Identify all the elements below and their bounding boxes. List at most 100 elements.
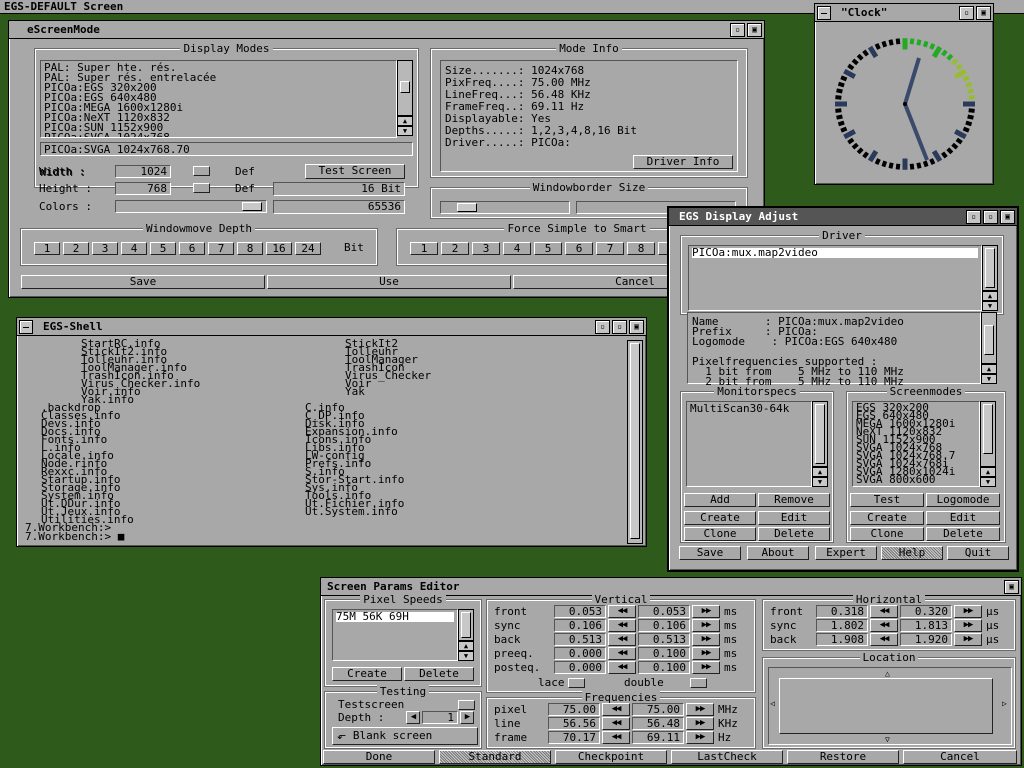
mode-edit-button[interactable]: Edit bbox=[926, 511, 1000, 525]
mode-create-button[interactable]: Create bbox=[850, 511, 924, 525]
param-value-a[interactable]: 56.56 bbox=[548, 717, 600, 730]
increase-icon[interactable]: ▶▶ bbox=[692, 647, 720, 660]
depth-button[interactable]: 16 bbox=[266, 242, 292, 255]
param-value-a[interactable]: 1.802 bbox=[816, 619, 868, 632]
decrease-icon[interactable]: ◀◀ bbox=[602, 703, 630, 716]
force-depth-button[interactable]: 5 bbox=[534, 242, 562, 255]
force-depth-button[interactable]: 2 bbox=[441, 242, 469, 255]
done-button[interactable]: Done bbox=[323, 750, 435, 764]
param-value-a[interactable]: 75.00 bbox=[548, 703, 600, 716]
depth-icon[interactable]: ▣ bbox=[1004, 580, 1019, 594]
location-right-icon[interactable]: ▷ bbox=[1002, 698, 1007, 710]
decrease-icon[interactable]: ◀◀ bbox=[602, 717, 630, 730]
increase-icon[interactable]: ▶▶ bbox=[692, 619, 720, 632]
depth-button[interactable]: 2 bbox=[63, 242, 89, 255]
close-icon[interactable] bbox=[19, 320, 33, 334]
testscreen-checkbox[interactable] bbox=[458, 700, 475, 710]
force-depth-button[interactable]: 6 bbox=[565, 242, 593, 255]
param-value-b[interactable]: 0.100 bbox=[638, 647, 690, 660]
monitorspecs-scrollbar[interactable] bbox=[812, 401, 828, 467]
decrease-icon[interactable]: ◀◀ bbox=[602, 731, 630, 744]
param-value-a[interactable]: 0.000 bbox=[554, 661, 606, 674]
location-down-icon[interactable]: ▽ bbox=[885, 734, 890, 746]
help-button[interactable]: Help bbox=[881, 546, 943, 560]
param-value-a[interactable]: 0.513 bbox=[554, 633, 606, 646]
scroll-down-icon[interactable]: ▼ bbox=[981, 374, 997, 384]
param-value-b[interactable]: 0.053 bbox=[638, 605, 690, 618]
monitorspec-item[interactable]: MultiScan30-64k bbox=[690, 403, 808, 414]
speeds-scrollbar[interactable] bbox=[458, 609, 474, 641]
test-button[interactable]: Test bbox=[850, 493, 924, 507]
depth-value[interactable]: 1 bbox=[422, 711, 458, 724]
decrease-icon[interactable]: ◀◀ bbox=[870, 605, 898, 618]
zoom-icon[interactable]: ▫ bbox=[983, 210, 998, 224]
display-mode-item[interactable]: PICOa:SVGA 1024x768 bbox=[44, 132, 393, 137]
quit-button[interactable]: Quit bbox=[947, 546, 1009, 560]
scroll-up-icon[interactable]: ▲ bbox=[982, 291, 998, 301]
depth-icon[interactable]: ▣ bbox=[629, 320, 644, 334]
save-button[interactable]: Save bbox=[21, 275, 265, 289]
increase-icon[interactable]: ▶▶ bbox=[692, 605, 720, 618]
force-depth-button[interactable]: 3 bbox=[472, 242, 500, 255]
decrease-icon[interactable]: ◀◀ bbox=[870, 633, 898, 646]
increase-icon[interactable]: ▶▶ bbox=[686, 731, 714, 744]
increase-icon[interactable]: ▶▶ bbox=[954, 619, 982, 632]
depth-icon[interactable]: ▣ bbox=[1000, 210, 1015, 224]
driver-list[interactable]: PICOa:mux.map2video bbox=[688, 245, 982, 311]
scroll-up-icon[interactable]: ▲ bbox=[458, 641, 474, 651]
speed-delete-button[interactable]: Delete bbox=[404, 667, 474, 681]
height-input[interactable]: 768 bbox=[115, 182, 171, 195]
scroll-up-icon[interactable]: ▲ bbox=[981, 364, 997, 374]
decrease-icon[interactable]: ◀◀ bbox=[608, 633, 636, 646]
width-input[interactable]: 1024 bbox=[115, 165, 171, 178]
screen-params-titlebar[interactable]: Screen Params Editor bbox=[321, 578, 1021, 596]
param-value-b[interactable]: 0.513 bbox=[638, 633, 690, 646]
scroll-down-icon[interactable]: ▼ bbox=[397, 126, 413, 136]
escreenmode-titlebar[interactable]: eScreenMode bbox=[9, 21, 764, 39]
param-value-a[interactable]: 1.908 bbox=[816, 633, 868, 646]
monitor-delete-button[interactable]: Delete bbox=[758, 527, 830, 541]
param-value-b[interactable]: 1.920 bbox=[900, 633, 952, 646]
blank-screen-cycle[interactable]: ⬐ Blank screen bbox=[332, 727, 478, 745]
increase-icon[interactable]: ▶▶ bbox=[692, 633, 720, 646]
monitor-edit-button[interactable]: Edit bbox=[758, 511, 830, 525]
screenmodes-list[interactable]: EGS 320x200 EGS 640x480 MEGA 1600x1280i NeX… bbox=[852, 401, 980, 487]
depth-up-icon[interactable]: ▶ bbox=[460, 711, 474, 724]
scroll-down-icon[interactable]: ▼ bbox=[458, 651, 474, 661]
windowborder-slider[interactable] bbox=[440, 201, 570, 214]
monitor-create-button[interactable]: Create bbox=[684, 511, 756, 525]
param-value-a[interactable]: 0.053 bbox=[554, 605, 606, 618]
param-value-a[interactable]: 0.000 bbox=[554, 647, 606, 660]
param-value-b[interactable]: 75.00 bbox=[632, 703, 684, 716]
zoom-icon[interactable]: ▫ bbox=[959, 6, 974, 20]
increase-icon[interactable]: ▶▶ bbox=[954, 605, 982, 618]
screenmode-item[interactable]: SVGA 800x600 bbox=[856, 474, 976, 485]
lastcheck-button[interactable]: LastCheck bbox=[671, 750, 783, 764]
param-value-a[interactable]: 0.318 bbox=[816, 605, 868, 618]
location-frame[interactable] bbox=[779, 678, 993, 734]
param-value-b[interactable]: 1.813 bbox=[900, 619, 952, 632]
depth-button[interactable]: 6 bbox=[179, 242, 205, 255]
shell-scrollbar[interactable] bbox=[627, 340, 643, 544]
lace-checkbox[interactable] bbox=[568, 678, 585, 688]
depth-button[interactable]: 3 bbox=[92, 242, 118, 255]
shell-output[interactable]: StartRC.info StickIt2.info Tolleuhr.info To… bbox=[23, 338, 623, 542]
about-button[interactable]: About bbox=[747, 546, 809, 560]
force-depth-button[interactable]: 8 bbox=[627, 242, 655, 255]
param-value-b[interactable]: 69.11 bbox=[632, 731, 684, 744]
zoom-icon[interactable]: ▫ bbox=[730, 23, 745, 37]
decrease-icon[interactable]: ◀◀ bbox=[608, 619, 636, 632]
speed-create-button[interactable]: Create bbox=[332, 667, 402, 681]
scroll-up-icon[interactable]: ▲ bbox=[980, 467, 996, 477]
location-area[interactable]: ◁ ▷ △ ▽ bbox=[768, 667, 1012, 745]
location-up-icon[interactable]: △ bbox=[885, 668, 890, 680]
depth-icon[interactable]: ▣ bbox=[747, 23, 762, 37]
scroll-up-icon[interactable]: ▲ bbox=[812, 467, 828, 477]
increase-icon[interactable]: ▶▶ bbox=[954, 633, 982, 646]
param-value-b[interactable]: 0.106 bbox=[638, 619, 690, 632]
use-button[interactable]: Use bbox=[267, 275, 511, 289]
logomode-button[interactable]: Logomode bbox=[926, 493, 1000, 507]
expert-button[interactable]: Expert bbox=[815, 546, 877, 560]
depth-button[interactable]: 5 bbox=[150, 242, 176, 255]
increase-icon[interactable]: ▶▶ bbox=[686, 717, 714, 730]
